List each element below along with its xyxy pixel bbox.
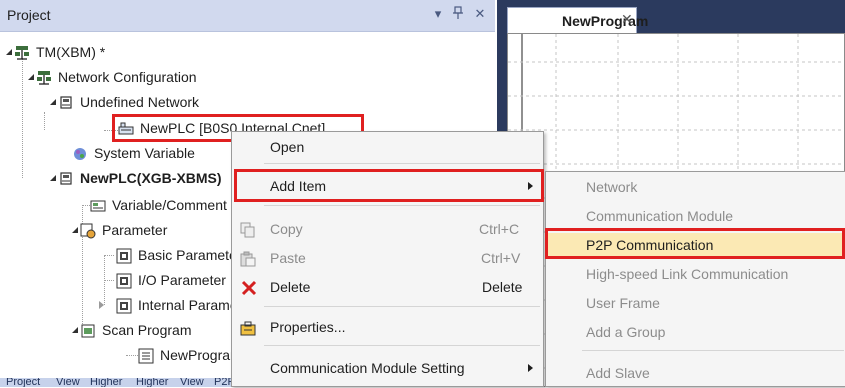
submenu-item-add-slave[interactable]: Add Slave	[546, 359, 844, 388]
tree-item-undefined-network[interactable]: Undefined Network	[0, 90, 495, 114]
menu-item-delete[interactable]: Delete Delete	[232, 273, 543, 302]
system-variable-icon	[72, 145, 88, 161]
menu-item-label: Properties...	[270, 319, 346, 335]
io-parameter-icon	[116, 272, 132, 289]
tree-item-tm-xbm[interactable]: TM(XBM) *	[0, 40, 495, 64]
menu-item-label: Delete	[270, 279, 311, 295]
tree-label: Network Configuration	[58, 69, 197, 85]
expand-arrow-icon[interactable]	[50, 175, 56, 181]
collapse-arrow-icon[interactable]	[99, 301, 104, 309]
paste-icon	[240, 248, 256, 267]
tree-label: System Variable	[94, 145, 195, 161]
panel-close-icon[interactable]: ✕	[472, 6, 488, 22]
tree-label: Basic Parameter	[138, 247, 242, 263]
variable-comment-icon	[90, 197, 106, 213]
internal-parameter-icon	[116, 297, 132, 314]
menu-item-properties[interactable]: Properties...	[232, 313, 543, 342]
tree-label: Undefined Network	[80, 94, 200, 110]
submenu-item-label: Add a Group	[586, 324, 666, 340]
menu-item-label: Communication Module Setting	[270, 360, 465, 376]
menu-item-label: Copy	[270, 221, 303, 237]
submenu-item-label: Communication Module	[586, 208, 734, 224]
basic-parameter-icon	[116, 247, 132, 264]
bottom-tab[interactable]: Higher	[90, 378, 122, 387]
parameter-icon	[80, 222, 96, 239]
add-item-submenu: Network Communication Module P2P Communi…	[545, 171, 845, 387]
program-icon	[138, 347, 154, 364]
network-icon	[58, 94, 74, 110]
submenu-arrow-icon	[528, 364, 533, 372]
submenu-item-network[interactable]: Network	[546, 173, 844, 202]
menu-item-paste[interactable]: Paste Ctrl+V	[232, 244, 543, 273]
bottom-tab[interactable]: View	[56, 378, 80, 387]
bottom-tab[interactable]: View	[180, 378, 204, 387]
menu-separator	[264, 163, 540, 164]
menu-item-label: Open	[270, 139, 305, 155]
tree-item-network-configuration[interactable]: Network Configuration	[0, 65, 495, 89]
menu-item-shortcut: Ctrl+V	[481, 250, 521, 266]
menu-item-open[interactable]: Open	[232, 133, 543, 162]
tree-label: Variable/Comment	[112, 197, 227, 213]
submenu-item-label: Network	[586, 179, 638, 195]
panel-menu-dropdown-icon[interactable]: ▾	[430, 6, 446, 22]
expand-arrow-icon[interactable]	[72, 227, 78, 233]
submenu-item-label: High-speed Link Communication	[586, 266, 789, 282]
project-panel-header: Project ▾ ✕	[0, 0, 495, 32]
submenu-item-high-speed-link[interactable]: High-speed Link Communication	[546, 260, 844, 289]
submenu-item-label: Add Slave	[586, 365, 650, 381]
expand-arrow-icon[interactable]	[6, 49, 12, 55]
plc-icon	[58, 170, 74, 186]
submenu-item-add-a-group[interactable]: Add a Group	[546, 318, 844, 347]
tree-label: NewPLC(XGB-XBMS)	[80, 170, 222, 186]
expand-arrow-icon[interactable]	[72, 327, 78, 333]
copy-icon	[240, 219, 256, 238]
expand-arrow-icon[interactable]	[28, 74, 34, 80]
tree-label: NewProgram	[160, 347, 242, 363]
bottom-tab-project[interactable]: Project	[6, 378, 40, 387]
menu-item-label: Paste	[270, 250, 306, 266]
submenu-item-label: User Frame	[586, 295, 660, 311]
tree-label: Scan Program	[102, 322, 192, 338]
menu-separator	[264, 345, 540, 346]
tab-newprogram[interactable]: NewProgram ✕	[507, 7, 648, 33]
submenu-item-communication-module[interactable]: Communication Module	[546, 202, 844, 231]
menu-separator	[264, 306, 540, 307]
menu-item-shortcut: Delete	[482, 279, 523, 295]
network-project-icon	[14, 44, 30, 60]
menu-separator	[582, 350, 844, 351]
highlight-box-add-item	[234, 169, 544, 202]
tree-label: Parameter	[102, 222, 168, 238]
properties-icon	[240, 318, 256, 336]
tab-close-icon[interactable]: ✕	[621, 11, 633, 28]
menu-item-shortcut: Ctrl+C	[479, 221, 520, 237]
menu-separator	[264, 205, 540, 206]
expand-arrow-icon[interactable]	[50, 99, 56, 105]
bottom-tab[interactable]: Higher	[136, 378, 168, 387]
submenu-item-user-frame[interactable]: User Frame	[546, 289, 844, 318]
menu-item-copy[interactable]: Copy Ctrl+C	[232, 215, 543, 244]
tree-label: I/O Parameter	[138, 272, 226, 288]
scan-program-icon	[80, 322, 96, 338]
menu-item-communication-module-setting[interactable]: Communication Module Setting	[232, 354, 543, 383]
network-configuration-icon	[36, 69, 52, 85]
delete-x-icon	[240, 278, 257, 296]
tree-label: TM(XBM) *	[36, 44, 106, 60]
tab-label: NewProgram	[562, 13, 649, 29]
project-panel-title: Project	[7, 7, 51, 23]
highlight-box-p2p	[545, 228, 845, 259]
pin-icon[interactable]	[450, 6, 466, 23]
